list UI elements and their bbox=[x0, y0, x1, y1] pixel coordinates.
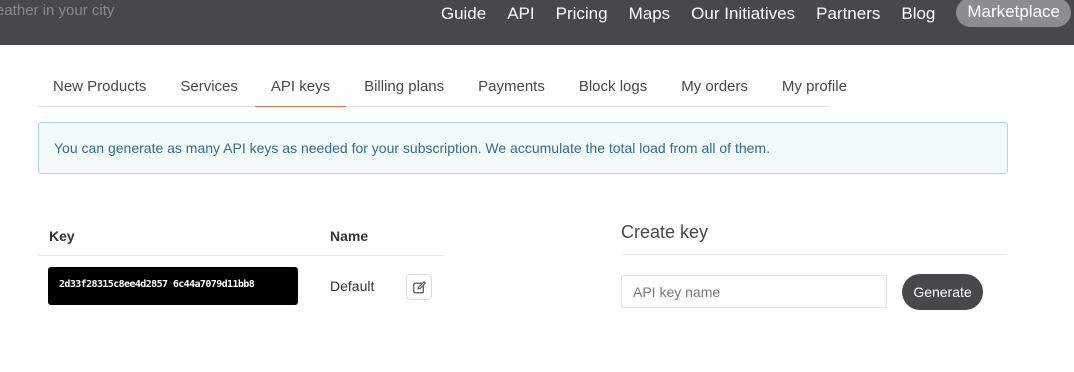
top-navbar: eather in your city Guide API Pricing Ma… bbox=[0, 0, 1074, 45]
tab-my-orders[interactable]: My orders bbox=[664, 66, 765, 107]
tab-api-keys[interactable]: API keys bbox=[254, 66, 347, 107]
nav-link-our-initiatives[interactable]: Our Initiatives bbox=[691, 4, 795, 24]
tab-block-logs[interactable]: Block logs bbox=[562, 66, 664, 107]
nav-link-api[interactable]: API bbox=[507, 4, 534, 24]
nav-link-partners[interactable]: Partners bbox=[816, 4, 880, 24]
edit-icon bbox=[413, 281, 426, 294]
column-header-key: Key bbox=[49, 228, 75, 244]
nav-link-pricing[interactable]: Pricing bbox=[556, 4, 608, 24]
api-key-name-input[interactable] bbox=[621, 275, 887, 308]
account-tabs: New Products Services API keys Billing p… bbox=[38, 66, 847, 107]
nav-link-maps[interactable]: Maps bbox=[629, 4, 671, 24]
tab-billing-plans[interactable]: Billing plans bbox=[346, 66, 461, 107]
create-key-divider bbox=[621, 254, 1007, 255]
search-input[interactable]: eather in your city bbox=[0, 2, 166, 24]
tab-services[interactable]: Services bbox=[163, 66, 255, 107]
nav-links: Guide API Pricing Maps Our Initiatives P… bbox=[420, 0, 1071, 28]
create-key-title: Create key bbox=[621, 222, 709, 242]
info-alert: You can generate as many API keys as nee… bbox=[38, 122, 1008, 174]
tab-new-products[interactable]: New Products bbox=[38, 66, 163, 107]
edit-key-name-button[interactable] bbox=[406, 274, 432, 300]
nav-link-blog[interactable]: Blog bbox=[901, 4, 935, 24]
marketplace-button[interactable]: Marketplace bbox=[956, 0, 1071, 27]
tab-my-profile[interactable]: My profile bbox=[765, 66, 864, 107]
column-header-name: Name bbox=[330, 228, 369, 244]
generate-button[interactable]: Generate bbox=[902, 274, 983, 310]
api-key-value[interactable]: 2d33f28315c8ee4d2857 6c44a7079d11bb8 bbox=[48, 267, 298, 305]
tab-payments[interactable]: Payments bbox=[461, 66, 562, 107]
api-key-name: Default bbox=[330, 278, 375, 294]
header-divider bbox=[38, 255, 444, 256]
nav-link-guide[interactable]: Guide bbox=[441, 4, 486, 24]
api-key-text: 2d33f28315c8ee4d2857 6c44a7079d11bb8 bbox=[59, 279, 255, 290]
